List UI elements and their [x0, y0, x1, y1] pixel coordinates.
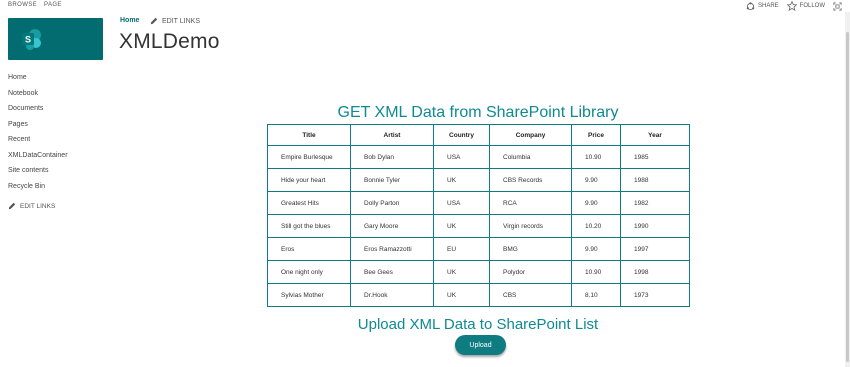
cell-country: USA [433, 191, 490, 215]
cell-title: Sylvias Mother [267, 283, 351, 307]
share-button[interactable]: SHARE [746, 1, 779, 11]
cell-year: 1998 [620, 260, 690, 284]
nav-edit-links-label: EDIT LINKS [20, 202, 56, 210]
xml-data-table: Title Artist Country Company Price Year … [267, 124, 690, 307]
table-row: Sylvias Mother Dr.Hook UK CBS 8.10 1973 [267, 283, 690, 307]
logo-letter: S [25, 35, 31, 45]
cell-price: 10.20 [571, 214, 621, 238]
cell-title: One night only [267, 260, 351, 284]
cell-country: UK [433, 168, 490, 192]
edit-links-top[interactable]: EDIT LINKS [150, 17, 200, 25]
cell-price: 9.90 [571, 237, 621, 261]
upload-xml-title: Upload XML Data to SharePoint List [357, 316, 599, 333]
nav-edit-links[interactable]: EDIT LINKS [8, 202, 108, 210]
cell-artist: Dr.Hook [350, 283, 434, 307]
pencil-icon [150, 17, 158, 25]
cell-artist: Bob Dylan [350, 145, 434, 169]
table-row: Still got the blues Gary Moore UK Virgin… [267, 214, 690, 238]
focus-button[interactable] [833, 1, 842, 11]
cell-price: 10.90 [571, 145, 621, 169]
cell-artist: Bonnie Tyler [350, 168, 434, 192]
cell-company: RCA [489, 191, 572, 215]
nav-item-documents[interactable]: Documents [8, 101, 108, 117]
sharepoint-logo-icon: S [22, 29, 41, 50]
cell-country: USA [433, 145, 490, 169]
cell-artist: Dolly Parton [350, 191, 434, 215]
ribbon-tab-page[interactable]: PAGE [44, 2, 62, 8]
table-row: Eros Eros Ramazzotti EU BMG 9.90 1997 [267, 237, 690, 261]
nav-item-recent[interactable]: Recent [8, 132, 108, 148]
column-header-company: Company [489, 124, 572, 146]
star-icon [786, 1, 797, 11]
nav-item-xmldatacontainer[interactable]: XMLDataContainer [8, 148, 108, 164]
page-title: XMLDemo [119, 30, 220, 53]
cell-title: Hide your heart [267, 168, 351, 192]
cell-company: Polydor [489, 260, 572, 284]
cell-company: CBS [489, 283, 572, 307]
scrollbar-thumb[interactable] [846, 32, 849, 362]
column-header-price: Price [571, 124, 621, 146]
column-header-title: Title [267, 124, 351, 146]
table-row: Greatest Hits Dolly Parton USA RCA 9.90 … [267, 191, 690, 215]
cell-artist: Eros Ramazzotti [350, 237, 434, 261]
edit-links-label: EDIT LINKS [162, 17, 200, 25]
nav-item-notebook[interactable]: Notebook [8, 86, 108, 102]
ribbon-tab-browse[interactable]: BROWSE [8, 2, 37, 8]
cell-title: Empire Burlesque [267, 145, 351, 169]
nav-item-home[interactable]: Home [8, 70, 108, 86]
table-header-row: Title Artist Country Company Price Year [267, 124, 690, 146]
cell-artist: Gary Moore [350, 214, 434, 238]
table-row: Empire Burlesque Bob Dylan USA Columbia … [267, 145, 690, 169]
cell-artist: Bee Gees [350, 260, 434, 284]
cell-year: 1982 [620, 191, 690, 215]
nav-item-pages[interactable]: Pages [8, 117, 108, 133]
follow-label: FOLLOW [799, 3, 825, 9]
column-header-country: Country [433, 124, 490, 146]
quick-launch-nav: Home Notebook Documents Pages Recent XML… [8, 70, 108, 210]
follow-button[interactable]: FOLLOW [786, 1, 825, 11]
cell-company: BMG [489, 237, 572, 261]
ribbon-bar: BROWSE PAGE SHARE FOLLOW [0, 0, 850, 12]
cell-country: UK [433, 283, 490, 307]
ribbon-actions: SHARE FOLLOW [746, 0, 842, 12]
column-header-year: Year [620, 124, 690, 146]
pencil-icon [8, 202, 16, 210]
cell-year: 1988 [620, 168, 690, 192]
vertical-scrollbar[interactable] [845, 12, 850, 367]
table-row: Hide your heart Bonnie Tyler UK CBS Reco… [267, 168, 690, 192]
upload-button[interactable]: Upload [455, 335, 506, 355]
cell-title: Still got the blues [267, 214, 351, 238]
cell-title: Eros [267, 237, 351, 261]
table-row: One night only Bee Gees UK Polydor 10.90… [267, 260, 690, 284]
breadcrumb-home-link[interactable]: Home [120, 17, 139, 24]
cell-company: Columbia [489, 145, 572, 169]
site-logo[interactable]: S [8, 18, 103, 60]
nav-item-recycle-bin[interactable]: Recycle Bin [8, 179, 108, 195]
cell-price: 9.90 [571, 191, 621, 215]
share-label: SHARE [757, 3, 779, 9]
focus-mode-icon [833, 1, 842, 11]
cell-year: 1985 [620, 145, 690, 169]
cell-price: 8.10 [571, 283, 621, 307]
column-header-artist: Artist [350, 124, 434, 146]
cell-title: Greatest Hits [267, 191, 351, 215]
share-icon [746, 1, 755, 10]
cell-country: EU [433, 237, 490, 261]
cell-year: 1973 [620, 283, 690, 307]
cell-year: 1997 [620, 237, 690, 261]
cell-company: CBS Records [489, 168, 572, 192]
cell-year: 1990 [620, 214, 690, 238]
get-xml-title: GET XML Data from SharePoint Library [337, 104, 619, 121]
nav-item-site-contents[interactable]: Site contents [8, 163, 108, 179]
cell-country: UK [433, 214, 490, 238]
cell-price: 10.90 [571, 260, 621, 284]
cell-country: UK [433, 260, 490, 284]
cell-price: 9.90 [571, 168, 621, 192]
cell-company: Virgin records [489, 214, 572, 238]
